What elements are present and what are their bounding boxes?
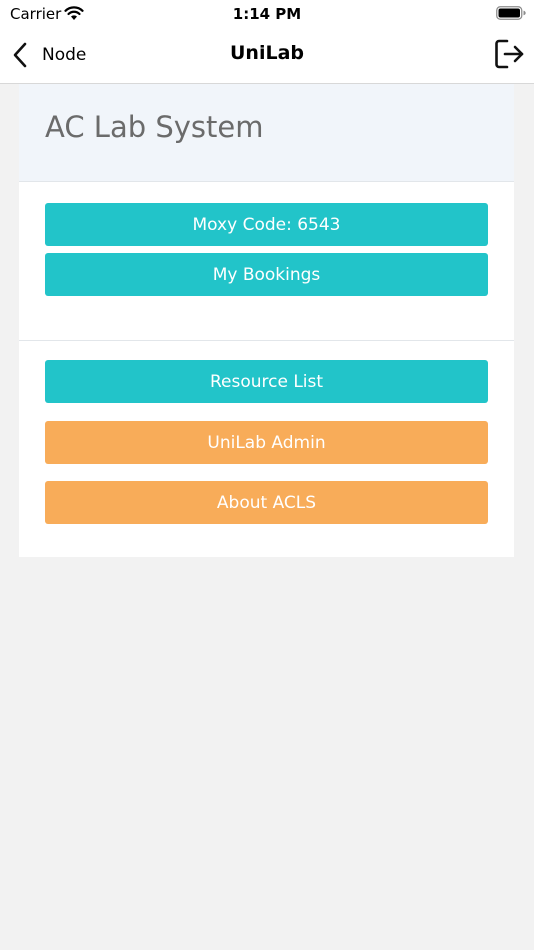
- resource-list-button[interactable]: Resource List: [45, 360, 488, 403]
- main-card: AC Lab System Moxy Code: 6543 My Booking…: [19, 84, 514, 557]
- status-bar: Carrier 1:14 PM: [0, 0, 534, 28]
- navigation-bar: Node UniLab: [0, 28, 534, 84]
- unilab-admin-button[interactable]: UniLab Admin: [45, 421, 488, 464]
- card-title: AC Lab System: [45, 110, 264, 144]
- page-title: UniLab: [230, 42, 304, 64]
- logout-icon[interactable]: [494, 38, 526, 70]
- section-divider: [19, 340, 514, 341]
- status-time: 1:14 PM: [232, 5, 302, 23]
- about-acls-button[interactable]: About ACLS: [45, 481, 488, 524]
- battery-icon: [496, 6, 526, 20]
- moxy-code-button[interactable]: Moxy Code: 6543: [45, 203, 488, 246]
- my-bookings-button[interactable]: My Bookings: [45, 253, 488, 296]
